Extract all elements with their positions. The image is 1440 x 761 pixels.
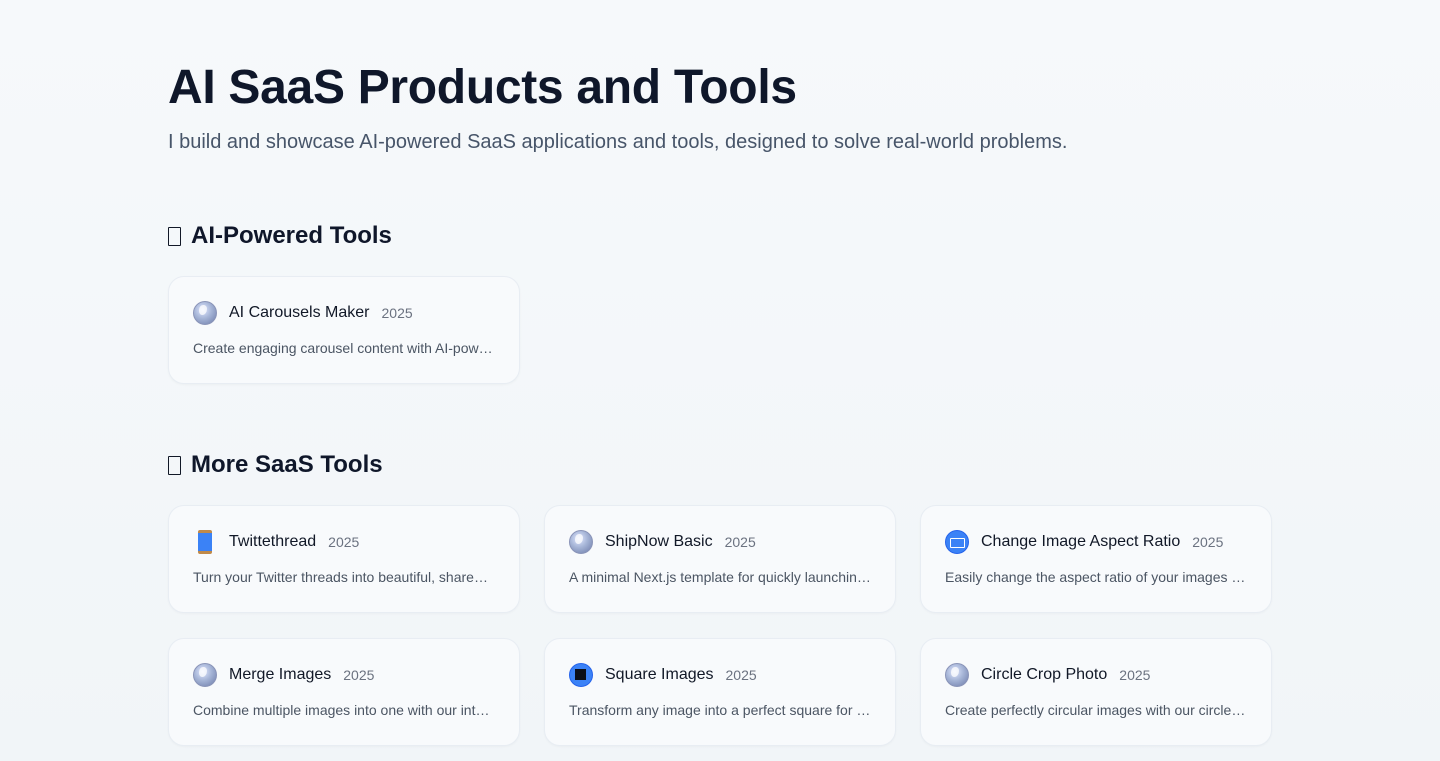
section-heading-more-saas-tools: More SaaS Tools — [168, 450, 383, 480]
card-title: Square Images — [605, 666, 714, 683]
card-title: Merge Images — [229, 666, 332, 683]
card-header: AI Carousels Maker 2025 — [193, 301, 503, 325]
tool-card-circle-crop-photo[interactable]: Circle Crop Photo 2025 Create perfectly … — [920, 638, 1272, 746]
spool-icon — [198, 530, 212, 554]
card-description: A minimal Next.js template for quickly l… — [569, 569, 871, 585]
card-title: Circle Crop Photo — [981, 666, 1108, 683]
tool-card-shipnow-basic[interactable]: ShipNow Basic 2025 A minimal Next.js tem… — [544, 505, 896, 613]
square-icon — [569, 663, 593, 687]
card-description: Transform any image into a perfect squar… — [569, 702, 871, 718]
card-year: 2025 — [343, 667, 375, 683]
card-description: Turn your Twitter threads into beautiful… — [193, 569, 495, 585]
card-year: 2025 — [1119, 667, 1151, 683]
section-heading-ai-powered-tools: AI-Powered Tools — [168, 221, 392, 251]
card-header: Change Image Aspect Ratio 2025 — [945, 530, 1255, 554]
card-title: ShipNow Basic — [605, 533, 713, 550]
card-title: Twittethread — [229, 533, 317, 550]
card-year: 2025 — [1192, 534, 1224, 550]
card-year: 2025 — [724, 534, 756, 550]
missing-emoji-icon — [168, 226, 181, 246]
card-description: Combine multiple images into one with ou… — [193, 702, 495, 718]
page-subtitle: I build and showcase AI-powered SaaS app… — [168, 131, 1068, 153]
card-header: Twittethread 2025 — [193, 530, 503, 554]
section-heading-label: More SaaS Tools — [191, 451, 383, 478]
globe-icon — [945, 663, 969, 687]
tool-card-ai-carousels-maker[interactable]: AI Carousels Maker 2025 Create engaging … — [168, 276, 520, 384]
missing-emoji-icon — [168, 455, 181, 475]
card-description: Create engaging carousel content with AI… — [193, 340, 495, 356]
card-title: AI Carousels Maker — [229, 304, 370, 321]
card-header: Merge Images 2025 — [193, 663, 503, 687]
film-frames-icon — [945, 530, 969, 554]
card-header: ShipNow Basic 2025 — [569, 530, 879, 554]
globe-icon — [193, 663, 217, 687]
card-header: Circle Crop Photo 2025 — [945, 663, 1255, 687]
globe-icon — [193, 301, 217, 325]
card-header: Square Images 2025 — [569, 663, 879, 687]
tool-card-change-image-aspect-ratio[interactable]: Change Image Aspect Ratio 2025 Easily ch… — [920, 505, 1272, 613]
tool-card-merge-images[interactable]: Merge Images 2025 Combine multiple image… — [168, 638, 520, 746]
section-heading-label: AI-Powered Tools — [191, 222, 392, 249]
tool-card-twittethread[interactable]: Twittethread 2025 Turn your Twitter thre… — [168, 505, 520, 613]
page-title: AI SaaS Products and Tools — [168, 61, 797, 114]
globe-icon — [569, 530, 593, 554]
card-year: 2025 — [328, 534, 360, 550]
card-year: 2025 — [381, 305, 413, 321]
card-description: Create perfectly circular images with ou… — [945, 702, 1247, 718]
card-year: 2025 — [725, 667, 757, 683]
card-title: Change Image Aspect Ratio — [981, 533, 1181, 550]
tool-card-square-images[interactable]: Square Images 2025 Transform any image i… — [544, 638, 896, 746]
card-description: Easily change the aspect ratio of your i… — [945, 569, 1247, 585]
